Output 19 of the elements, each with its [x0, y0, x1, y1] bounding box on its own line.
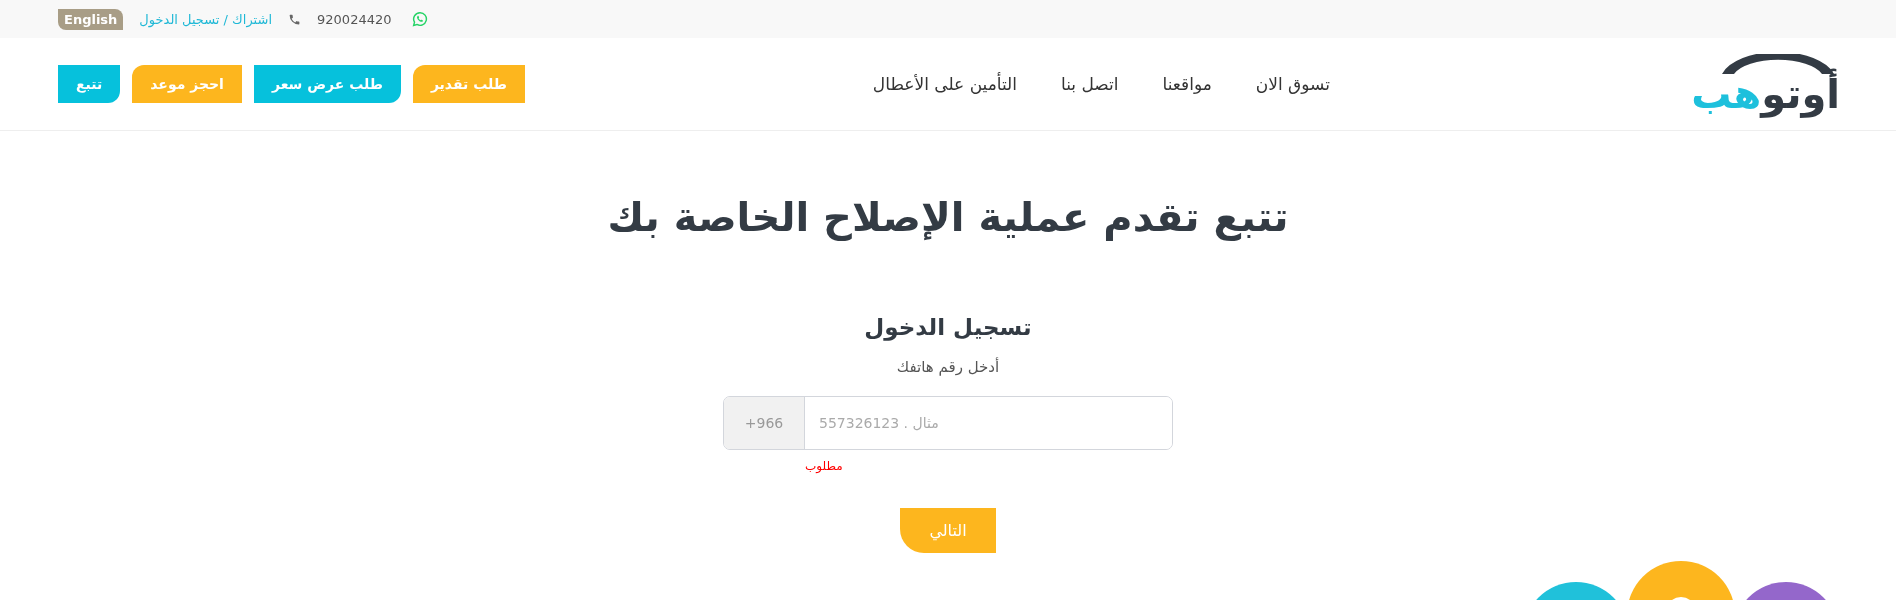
login-heading: تسجيل الدخول — [864, 314, 1032, 340]
next-button[interactable]: التالي — [900, 508, 996, 553]
nav-link[interactable]: تسوق الان — [1255, 74, 1330, 94]
action-button[interactable]: تتبع — [58, 65, 121, 103]
phone-number: 920024420 — [317, 11, 392, 27]
page-title: تتبع تقدم عملية الإصلاح الخاصة بك — [607, 194, 1289, 240]
nav-link[interactable]: التأمين على الأعطال — [872, 74, 1018, 94]
chat-icon[interactable] — [411, 11, 428, 27]
country-code: +966 — [724, 397, 805, 449]
account-link[interactable]: اشتراك / تسجيل الدخول — [139, 11, 273, 27]
action-button[interactable]: احجز موعد — [132, 65, 242, 103]
language-button[interactable]: English — [58, 8, 124, 30]
action-button[interactable]: طلب تقدير — [412, 65, 525, 103]
nav-link[interactable]: اتصل بنا — [1061, 74, 1119, 94]
login-subtitle: أدخل رقم هاتفك — [896, 358, 1000, 376]
nav-link[interactable]: مواقعنا — [1162, 74, 1212, 94]
error-message: مطلوب — [805, 459, 843, 473]
action-button[interactable]: طلب عرض سعر — [253, 65, 401, 103]
phone-icon — [288, 12, 302, 26]
